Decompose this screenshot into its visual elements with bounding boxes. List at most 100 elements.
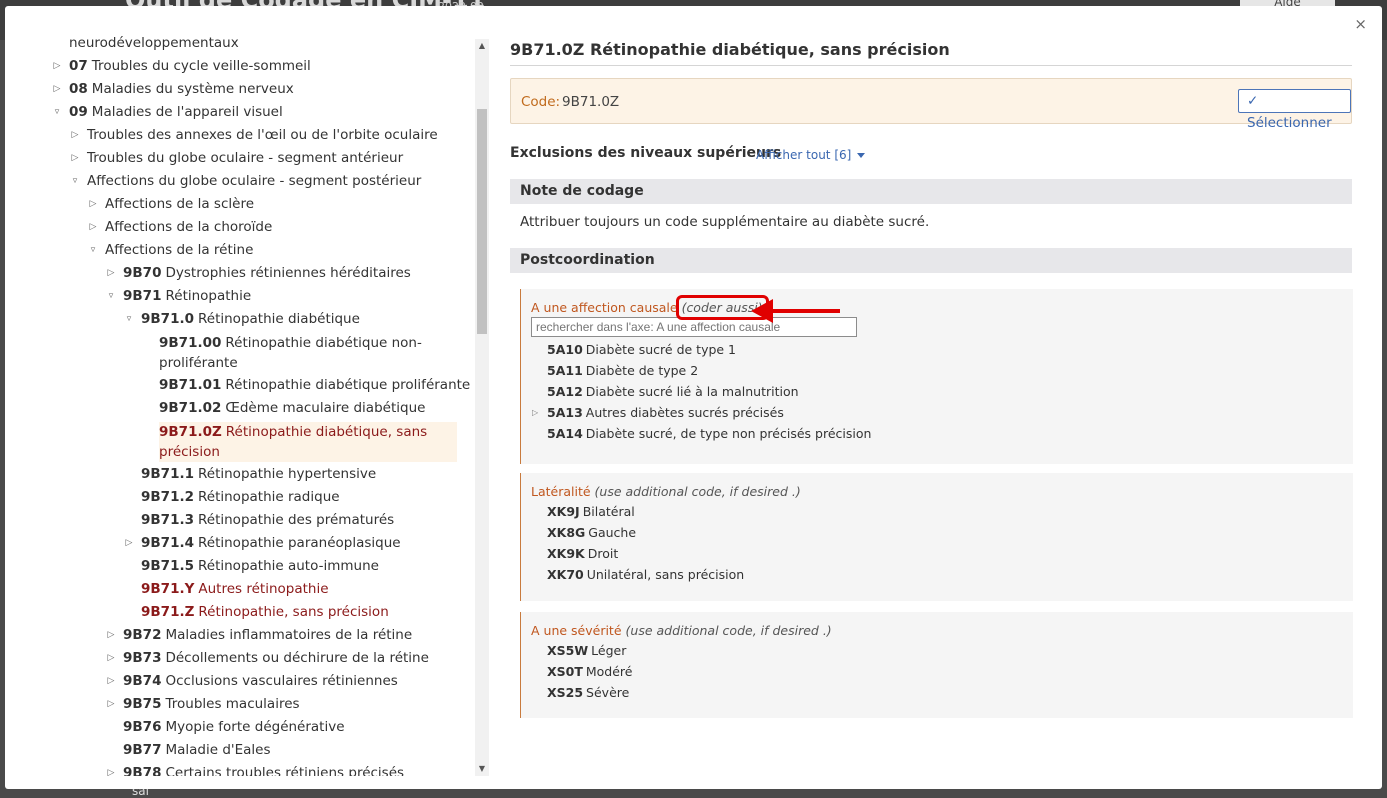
tree-item-code[interactable]: 07 [69, 58, 88, 74]
axis-value-label[interactable]: Gauche [588, 525, 636, 540]
tree-item-label[interactable]: Rétinopathie, sans précision [198, 604, 388, 620]
expand-icon[interactable]: ▷ [87, 193, 99, 216]
axis-value-code[interactable]: 5A14 [547, 426, 583, 441]
expand-icon[interactable]: ▷ [105, 262, 117, 285]
tree-item-code[interactable]: 9B71.Z [141, 604, 194, 620]
tree-item[interactable]: ▷ 07 Troubles du cycle veille-sommeil [5, 55, 455, 78]
tree-item-label[interactable]: neurodéveloppementaux [69, 35, 239, 51]
tree-item-label[interactable]: Rétinopathie des prématurés [198, 512, 394, 528]
expand-icon[interactable]: ▷ [532, 402, 538, 423]
tree-item-code[interactable]: 9B71.4 [141, 535, 194, 551]
tree-item-label[interactable]: Troubles maculaires [165, 696, 299, 712]
tree-item-code[interactable]: 9B73 [123, 650, 161, 666]
show-all-label[interactable]: Afficher tout [6] [756, 148, 851, 162]
tree-item[interactable]: 9B71.1 Rétinopathie hypertensive [5, 463, 455, 486]
tree-item[interactable]: 9B71.Z Rétinopathie, sans précision [5, 601, 455, 624]
axis-value-item[interactable]: ▷ 5A13 Autres diabètes sucrés précisés [532, 402, 784, 423]
axis-value-label[interactable]: Autres diabètes sucrés précisés [586, 405, 784, 420]
axis-value-code[interactable]: 5A11 [547, 363, 583, 378]
tree-item-label[interactable]: Rétinopathie radique [198, 489, 340, 505]
tree-item[interactable]: neurodéveloppementaux [5, 32, 455, 55]
tree-item-label[interactable]: Troubles du globe oculaire - segment ant… [87, 150, 403, 166]
tree-item-code[interactable]: 9B76 [123, 719, 161, 735]
tree-item[interactable]: 9B71.Y Autres rétinopathie [5, 578, 455, 601]
axis-value-label[interactable]: Diabète sucré de type 1 [586, 342, 736, 357]
tree-item[interactable]: ▷ 9B71.4 Rétinopathie paranéoplasique [5, 532, 455, 555]
tree-item[interactable]: ▷ 9B73 Décollements ou déchirure de la rét… [5, 647, 455, 670]
tree-item[interactable]: ▿ 9B71.0 Rétinopathie diabétique [5, 308, 455, 331]
tree-item-label[interactable]: Maladies du système nerveux [92, 81, 294, 97]
select-button[interactable]: ✓ Sélectionner [1238, 89, 1351, 131]
expand-icon[interactable]: ▷ [105, 693, 117, 716]
axis-value-item[interactable]: XK9K Droit [547, 543, 618, 564]
tree-item[interactable]: ▿ 9B71 Rétinopathie [5, 285, 455, 308]
tree-item[interactable]: ▷ 9B75 Troubles maculaires [5, 693, 455, 716]
scroll-down-icon[interactable]: ▼ [475, 762, 489, 776]
tree-item-label[interactable]: Rétinopathie auto-immune [198, 558, 379, 574]
axis-value-code[interactable]: XK9J [547, 504, 580, 519]
tree-item[interactable]: 9B76 Myopie forte dégénérative [5, 716, 455, 739]
tree-item[interactable]: ▿ Affections de la rétine [5, 239, 455, 262]
expand-icon[interactable]: ▷ [69, 147, 81, 170]
tree-item-code[interactable]: 9B77 [123, 742, 161, 758]
axis-value-code[interactable]: XS25 [547, 685, 583, 700]
axis-value-label[interactable]: Modéré [586, 664, 633, 679]
collapse-icon[interactable]: ▿ [87, 239, 99, 262]
tree-item-code[interactable]: 9B78 [123, 765, 161, 776]
tree-item-code[interactable]: 9B71.Y [141, 581, 194, 597]
tree-item-code[interactable]: 9B71.02 [159, 400, 221, 416]
tree-item-code[interactable]: 9B75 [123, 696, 161, 712]
expand-icon[interactable]: ▷ [123, 532, 135, 555]
tree-item-label[interactable]: Myopie forte dégénérative [165, 719, 344, 735]
expand-icon[interactable]: ▷ [51, 78, 63, 101]
tree-item-code[interactable]: 9B71.5 [141, 558, 194, 574]
axis-value-code[interactable]: XS5W [547, 643, 588, 658]
axis-value-item[interactable]: XK70 Unilatéral, sans précision [547, 564, 744, 585]
tree-item-code[interactable]: 9B70 [123, 265, 161, 281]
tree-item-label[interactable]: Affections de la choroïde [105, 219, 272, 235]
axis-value-code[interactable]: 5A13 [547, 405, 583, 420]
tree-item[interactable]: ▷ Troubles des annexes de l'œil ou de l'o… [5, 124, 455, 147]
tree-item-code[interactable]: 9B71.3 [141, 512, 194, 528]
expand-icon[interactable]: ▷ [105, 670, 117, 693]
expand-icon[interactable]: ▷ [105, 647, 117, 670]
axis-value-label[interactable]: Léger [591, 643, 626, 658]
tree-item-label[interactable]: Certains troubles rétiniens précisés [165, 765, 404, 776]
expand-icon[interactable]: ▷ [105, 624, 117, 647]
tree-item-label[interactable]: Décollements ou déchirure de la rétine [165, 650, 428, 666]
tree-scrollbar[interactable]: ▲ ▼ [475, 39, 489, 776]
tree-item-label[interactable]: Occlusions vasculaires rétiniennes [165, 673, 397, 689]
axis-value-label[interactable]: Diabète de type 2 [586, 363, 698, 378]
tree-item[interactable]: 9B71.0Z Rétinopathie diabétique, sans pré… [5, 420, 457, 466]
axis-value-code[interactable]: XK9K [547, 546, 585, 561]
axis-value-label[interactable]: Bilatéral [583, 504, 635, 519]
close-icon[interactable]: × [1354, 15, 1367, 33]
axis-value-item[interactable]: XK9J Bilatéral [547, 501, 635, 522]
tree-item[interactable]: ▷ Affections de la choroïde [5, 216, 455, 239]
tree-item-code[interactable]: 9B74 [123, 673, 161, 689]
axis-value-code[interactable]: XK8G [547, 525, 585, 540]
expand-icon[interactable]: ▷ [105, 762, 117, 776]
tree-item-code[interactable]: 9B71.0Z [159, 424, 222, 440]
tree-item[interactable]: 9B71.5 Rétinopathie auto-immune [5, 555, 455, 578]
tree-item-label[interactable]: Maladie d'Eales [165, 742, 270, 758]
tree-item[interactable]: ▿ Affections du globe oculaire - segment … [5, 170, 455, 193]
axis-value-item[interactable]: 5A14 Diabète sucré, de type non précisés … [547, 423, 871, 444]
tree-item[interactable]: ▷ 9B78 Certains troubles rétiniens précisé… [5, 762, 455, 776]
collapse-icon[interactable]: ▿ [105, 285, 117, 308]
caret-down-icon[interactable] [857, 153, 866, 158]
axis-value-item[interactable]: 5A11 Diabète de type 2 [547, 360, 698, 381]
axis-value-code[interactable]: XS0T [547, 664, 583, 679]
axis-search-input[interactable] [531, 317, 857, 337]
axis-value-code[interactable]: 5A12 [547, 384, 583, 399]
axis-value-item[interactable]: XS0T Modéré [547, 661, 633, 682]
tree-item[interactable]: ▷ 9B70 Dystrophies rétiniennes héréditaire… [5, 262, 455, 285]
expand-icon[interactable]: ▷ [87, 216, 99, 239]
tree-item[interactable]: ▷ Affections de la sclère [5, 193, 455, 216]
collapse-icon[interactable]: ▿ [123, 308, 135, 331]
axis-value-label[interactable]: Diabète sucré, de type non précisés préc… [586, 426, 872, 441]
tree-item[interactable]: 9B77 Maladie d'Eales [5, 739, 455, 762]
tree-item-label[interactable]: Rétinopathie diabétique proliférante [225, 377, 470, 393]
tree-item-label[interactable]: Rétinopathie diabétique [198, 311, 360, 327]
tree-item-label[interactable]: Autres rétinopathie [198, 581, 328, 597]
